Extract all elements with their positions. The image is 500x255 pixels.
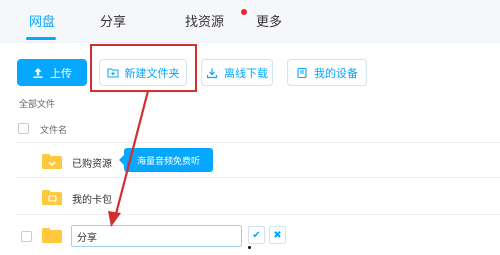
tab-find-resources[interactable]: 找资源 [185, 11, 224, 30]
cursor-dot [248, 246, 251, 249]
upload-icon [33, 67, 43, 78]
upload-label: 上传 [50, 66, 72, 80]
list-item-name[interactable]: 已购资源 [72, 155, 112, 170]
offline-download-button[interactable]: 离线下载 [201, 59, 273, 86]
nav-divider [0, 42, 500, 43]
netdisk-window: 网盘 分享 找资源 更多 上传 新建文件夹 离线下载 我的设备 全部文件 文件名… [0, 0, 500, 255]
confirm-button[interactable]: ✔ [248, 226, 265, 244]
row-divider [15, 142, 500, 143]
notification-dot [241, 9, 247, 15]
row-divider [15, 177, 500, 178]
column-header-filename[interactable]: 文件名 [40, 123, 67, 136]
active-tab-indicator [26, 37, 56, 40]
close-icon: ✖ [273, 229, 282, 241]
promo-tooltip[interactable]: 海量音频免费听 [119, 148, 213, 172]
new-folder-highlight [90, 44, 197, 92]
row-divider [15, 214, 500, 215]
download-icon [206, 68, 218, 78]
tab-more[interactable]: 更多 [256, 11, 282, 30]
folder-icon [42, 228, 62, 243]
offline-download-label: 离线下载 [224, 66, 268, 80]
folder-name-input[interactable] [71, 225, 242, 247]
cancel-button[interactable]: ✖ [269, 226, 286, 244]
check-icon: ✔ [252, 229, 261, 241]
my-devices-label: 我的设备 [314, 66, 358, 80]
my-devices-button[interactable]: 我的设备 [287, 59, 367, 86]
row-checkbox[interactable] [21, 231, 32, 242]
top-nav: 网盘 分享 找资源 更多 [0, 0, 500, 42]
tab-share[interactable]: 分享 [100, 11, 126, 30]
upload-button[interactable]: 上传 [17, 59, 87, 86]
card-folder-icon [42, 190, 62, 205]
breadcrumb[interactable]: 全部文件 [19, 97, 55, 110]
list-item-name[interactable]: 我的卡包 [72, 191, 112, 206]
purchased-folder-icon [42, 154, 62, 169]
select-all-checkbox[interactable] [18, 123, 29, 134]
tab-netdisk[interactable]: 网盘 [29, 11, 55, 30]
device-icon [297, 67, 307, 78]
